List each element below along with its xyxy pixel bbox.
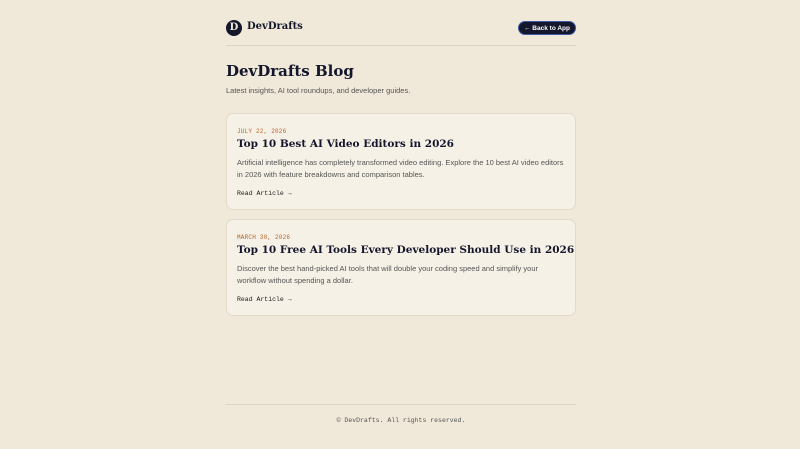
post-card[interactable]: MARCH 30, 2026 Top 10 Free AI Tools Ever… [226, 219, 576, 316]
post-card[interactable]: JULY 22, 2026 Top 10 Best AI Video Edito… [226, 113, 576, 210]
footer-divider [226, 404, 576, 405]
site-header: D DevDrafts ← Back to App [226, 18, 576, 40]
header-divider [226, 45, 576, 46]
page-title: DevDrafts Blog [226, 62, 354, 80]
read-article-link[interactable]: Read Article → [237, 296, 292, 303]
logo-icon[interactable]: D [226, 20, 242, 36]
back-to-app-button[interactable]: ← Back to App [518, 21, 576, 35]
post-title[interactable]: Top 10 Free AI Tools Every Developer Sho… [237, 244, 574, 256]
read-article-link[interactable]: Read Article → [237, 190, 292, 197]
page-subtitle: Latest insights, AI tool roundups, and d… [226, 86, 411, 95]
post-description: Artificial intelligence has completely t… [237, 158, 564, 179]
page-container: D DevDrafts ← Back to App DevDrafts Blog… [226, 0, 576, 449]
brand-name[interactable]: DevDrafts [247, 21, 303, 32]
post-description: Discover the best hand-picked AI tools t… [237, 264, 538, 285]
post-date: JULY 22, 2026 [237, 128, 287, 135]
post-date: MARCH 30, 2026 [237, 234, 291, 241]
footer-copyright: © DevDrafts. All rights reserved. [336, 417, 466, 424]
post-title[interactable]: Top 10 Best AI Video Editors in 2026 [237, 138, 454, 150]
